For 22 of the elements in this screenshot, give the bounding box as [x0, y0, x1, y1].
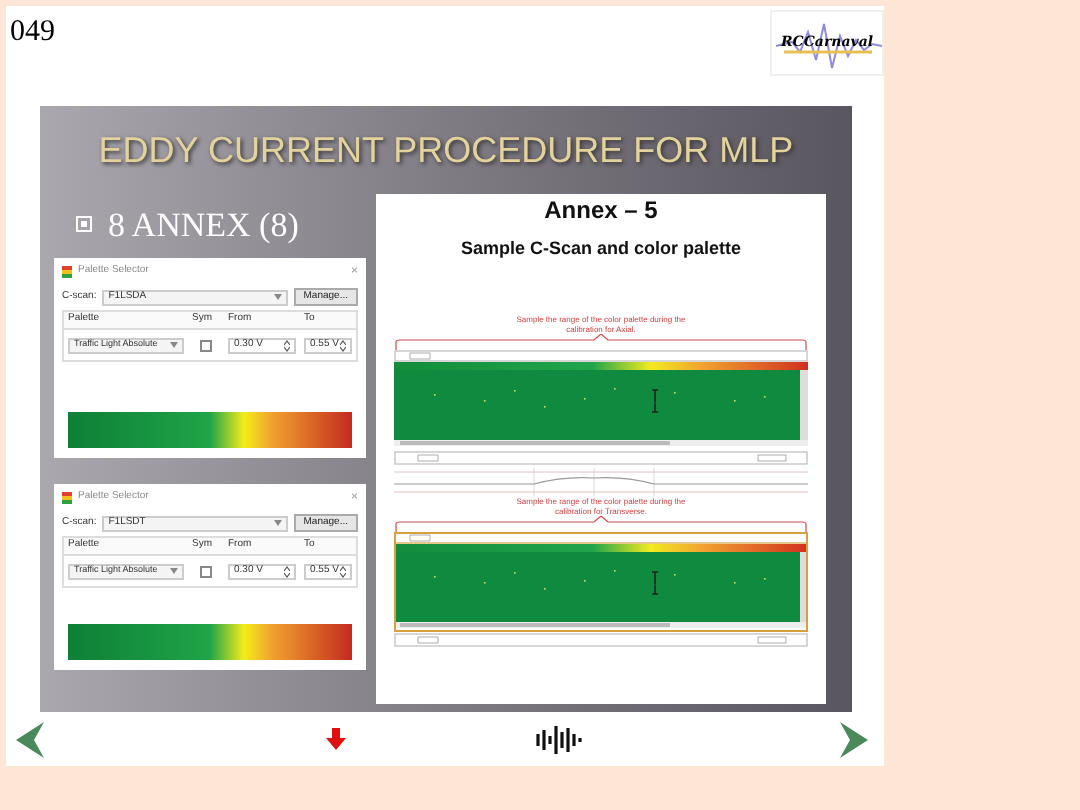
palette-icon	[62, 491, 72, 503]
annex-subtitle: Sample C-Scan and color palette	[460, 238, 742, 261]
audio-waveform-icon[interactable]	[536, 725, 584, 753]
annex-title: Annex – 5	[544, 196, 658, 226]
bullet-icon	[76, 216, 92, 232]
spinner-icon[interactable]	[284, 565, 290, 577]
palette-icon	[62, 265, 72, 277]
spinner-icon[interactable]	[340, 339, 346, 351]
caret-icon	[170, 568, 178, 574]
page-number: 049	[10, 18, 55, 48]
next-arrow-icon[interactable]	[840, 721, 868, 757]
slide-heading: 8 ANNEX (8)	[108, 207, 299, 241]
caret-icon	[273, 294, 282, 300]
sym-checkbox[interactable]	[200, 339, 212, 351]
spinner-icon[interactable]	[340, 565, 346, 577]
down-arrow-icon[interactable]	[326, 728, 346, 750]
previous-arrow-icon[interactable]	[16, 721, 44, 757]
caret-icon	[273, 520, 282, 526]
slide-title: EDDY CURRENT PROCEDURE FOR MLP	[98, 127, 794, 173]
spinner-icon[interactable]	[284, 339, 290, 351]
sym-checkbox[interactable]	[200, 565, 212, 577]
caret-icon	[170, 342, 178, 348]
